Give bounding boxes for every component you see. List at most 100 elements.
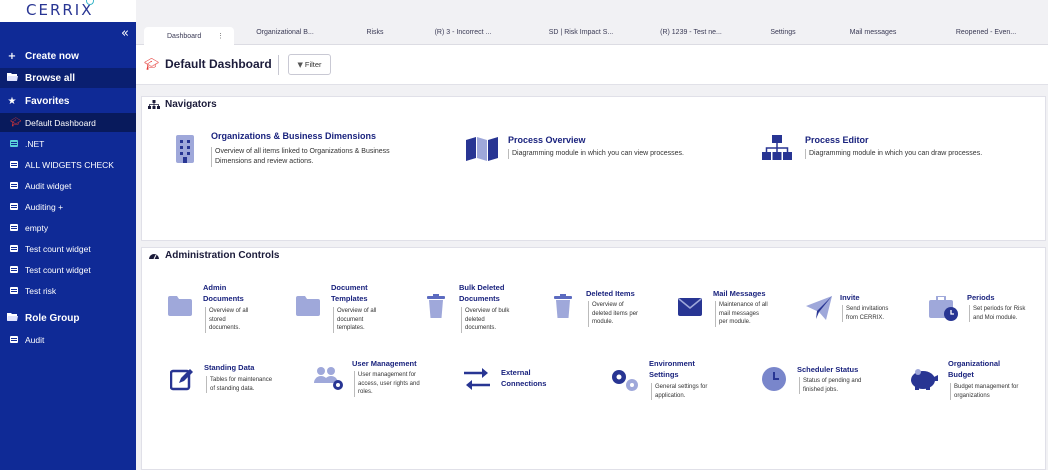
title-line: Templates bbox=[331, 294, 368, 303]
admin-tile-scheduler-status[interactable]: Scheduler Status Status of pending and fi… bbox=[762, 364, 882, 404]
admin-tile-document-templates[interactable]: Document Templates Overview of all documen… bbox=[296, 282, 416, 337]
description-line: User management for bbox=[358, 372, 417, 378]
logo-area: CERRIX bbox=[0, 0, 136, 22]
tile-title: Mail Messages bbox=[713, 288, 766, 299]
sidebar-item-label: Audit widget bbox=[25, 180, 72, 191]
double-chevron-left-icon[interactable]: « bbox=[121, 26, 129, 41]
description-line: application. bbox=[655, 392, 686, 399]
tab-settings[interactable]: Settings bbox=[748, 29, 818, 45]
admin-tile-user-management[interactable]: User Management User management for acces… bbox=[314, 358, 434, 408]
sidebar-item-default-dashboard[interactable]: 🎓︎ Default Dashboard bbox=[0, 113, 136, 132]
widget-icon bbox=[10, 182, 18, 189]
admin-tile-periods[interactable]: Periods Set periods for Risk and Moi modu… bbox=[929, 292, 1045, 332]
description-line: deleted bbox=[465, 316, 485, 323]
tab-label: Risks bbox=[366, 29, 384, 36]
navigator-title: Process Editor bbox=[805, 135, 869, 145]
admin-tile-external-connections[interactable]: External Connections bbox=[464, 366, 574, 396]
sidebar-item-label: ALL WIDGETS CHECK bbox=[25, 159, 114, 170]
admin-tile-mail-messages[interactable]: Mail Messages Maintenance of all mail mes… bbox=[678, 288, 798, 338]
tile-description: General settings for application. bbox=[651, 383, 707, 400]
tab-label: SD | Risk Impact S... bbox=[548, 29, 614, 36]
tab-risk-impact[interactable]: SD | Risk Impact S... bbox=[531, 29, 631, 45]
filter-label: Filter bbox=[304, 60, 322, 69]
cogs-icon bbox=[612, 370, 638, 391]
folder-icon bbox=[296, 296, 320, 316]
folder-open-icon bbox=[6, 312, 18, 324]
description-line: Diagramming module in which you can view… bbox=[512, 150, 684, 157]
sidebar-item-test-count-widget-2[interactable]: Test count widget bbox=[0, 260, 136, 279]
sidebar-item-audit[interactable]: Audit bbox=[0, 330, 136, 349]
sidebar-item-label: Test count widget bbox=[25, 264, 91, 275]
tile-description: Send invitations from CERRIX. bbox=[842, 305, 888, 322]
description-line: roles. bbox=[358, 389, 373, 395]
admin-tile-bulk-deleted-documents[interactable]: Bulk Deleted Documents Overview of bulk de… bbox=[426, 282, 546, 337]
kebab-menu-icon[interactable]: ⋮ bbox=[217, 32, 224, 40]
description-line: from CERRIX. bbox=[846, 314, 885, 321]
browse-all-button[interactable]: Browse all bbox=[0, 68, 136, 88]
admin-tile-deleted-items[interactable]: Deleted Items Overview of deleted items p… bbox=[554, 288, 674, 338]
tile-description: Status of pending and finished jobs. bbox=[799, 377, 861, 394]
title-line: Environment bbox=[649, 359, 695, 368]
widget-icon bbox=[10, 336, 18, 343]
tile-title: Admin Documents bbox=[203, 282, 244, 304]
title-line: Documents bbox=[459, 294, 500, 303]
edit-icon bbox=[170, 369, 193, 391]
create-now-label: Create now bbox=[25, 50, 79, 62]
filter-button[interactable]: ▼ Filter bbox=[288, 54, 331, 75]
admin-tile-standing-data[interactable]: Standing Data Tables for maintenance of s… bbox=[170, 362, 290, 402]
browse-all-label: Browse all bbox=[25, 72, 76, 84]
dashboard-icon: 🎓︎ bbox=[144, 57, 160, 71]
tab-risks[interactable]: Risks bbox=[330, 29, 420, 45]
admin-tile-admin-documents[interactable]: Admin Documents Overview of all stored docu… bbox=[168, 282, 288, 337]
navigator-process-editor[interactable]: Process Editor Diagramming module in whi… bbox=[762, 135, 1042, 165]
description-line: per module. bbox=[719, 319, 751, 325]
title-line: Standing Data bbox=[204, 363, 255, 372]
description-line: Overview of bbox=[592, 302, 624, 308]
clock-icon bbox=[762, 367, 786, 391]
widget-icon bbox=[10, 224, 18, 231]
description-line: stored bbox=[209, 316, 226, 323]
administration-header: Administration Controls bbox=[148, 250, 279, 261]
administration-title: Administration Controls bbox=[165, 250, 280, 261]
tile-description: Maintenance of all mail messages per modul… bbox=[715, 301, 768, 327]
tab-dashboard[interactable]: Dashboard ⋮ bbox=[144, 27, 234, 45]
tile-title: Invite bbox=[840, 292, 860, 303]
navigator-description: Overview of all items linked to Organiza… bbox=[211, 147, 441, 167]
admin-tile-invite[interactable]: Invite Send invitations from CERRIX. bbox=[806, 292, 916, 332]
role-group-section[interactable]: Role Group bbox=[0, 308, 136, 328]
tab-mail-messages[interactable]: Mail messages bbox=[828, 29, 918, 45]
sidebar-item-test-risk[interactable]: Test risk bbox=[0, 281, 136, 300]
sidebar-item-audit-widget[interactable]: Audit widget bbox=[0, 176, 136, 195]
description-line: Send invitations bbox=[846, 306, 889, 312]
title-line: Admin bbox=[203, 283, 227, 292]
navigators-title: Navigators bbox=[165, 99, 217, 110]
create-now-button[interactable]: + Create now bbox=[0, 46, 136, 66]
description-line: Tables for maintenance bbox=[210, 377, 273, 383]
tile-description: Overview of all document templates. bbox=[333, 307, 376, 333]
sidebar-item-all-widgets-check[interactable]: ALL WIDGETS CHECK bbox=[0, 155, 136, 174]
title-line: Organizational bbox=[948, 359, 1001, 368]
title-line: Documents bbox=[203, 294, 244, 303]
tab-organizational[interactable]: Organizational B... bbox=[240, 29, 330, 45]
description-line: Diagramming module in which you can draw… bbox=[809, 150, 983, 157]
favorites-section[interactable]: ★ Favorites bbox=[0, 91, 136, 111]
description-line: document bbox=[337, 316, 364, 323]
sidebar-item-net[interactable]: .NET bbox=[0, 134, 136, 153]
tile-description: Set periods for Risk and Moi module. bbox=[969, 305, 1025, 322]
title-line: Settings bbox=[649, 370, 679, 379]
description-line: Dimensions and review actions. bbox=[215, 158, 314, 165]
navigator-organizations[interactable]: Organizations & Business Dimensions Over… bbox=[170, 131, 450, 171]
tab-test[interactable]: (R) 1239 - Test ne... bbox=[641, 29, 741, 45]
sidebar-item-auditing[interactable]: Auditing + bbox=[0, 197, 136, 216]
admin-tile-environment-settings[interactable]: Environment Settings General settings for… bbox=[610, 358, 730, 408]
sidebar-item-empty[interactable]: empty bbox=[0, 218, 136, 237]
tab-incorrect[interactable]: (R) 3 - Incorrect ... bbox=[418, 29, 508, 45]
tab-reopened[interactable]: Reopened - Even... bbox=[936, 29, 1036, 45]
description-line: and Moi module. bbox=[973, 314, 1018, 321]
admin-tile-organizational-budget[interactable]: Organizational Budget Budget management f… bbox=[908, 358, 1044, 408]
filter-icon: ▼ bbox=[297, 60, 303, 69]
sidebar-item-test-count-widget[interactable]: Test count widget bbox=[0, 239, 136, 258]
navigator-process-overview[interactable]: Process Overview Diagramming module in w… bbox=[464, 135, 734, 165]
tile-title: Environment Settings bbox=[649, 358, 695, 380]
tile-title: Bulk Deleted Documents bbox=[459, 282, 504, 304]
